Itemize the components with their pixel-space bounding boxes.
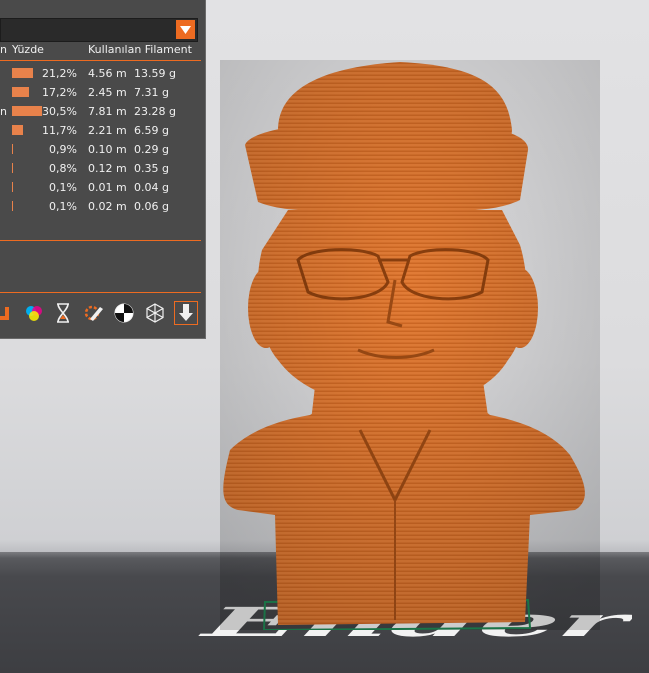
3d-model-bust[interactable] (190, 60, 610, 630)
percent-value: 21,2% (42, 67, 77, 80)
view-type-dropdown[interactable] (0, 18, 198, 42)
percent-bar (12, 182, 13, 192)
header-divider (0, 60, 201, 61)
wireframe-view-button[interactable] (143, 301, 167, 325)
hourglass-icon (57, 303, 69, 323)
contrast-icon (114, 303, 134, 323)
weight-value: 23.28 g (134, 105, 176, 118)
section-divider (0, 240, 201, 241)
percent-bar (12, 163, 13, 173)
weight-value: 0.06 g (134, 200, 169, 213)
length-value: 0.02 m (88, 200, 127, 213)
table-row: n 30,5% 7.81 m 23.28 g (0, 102, 205, 121)
percent-value: 17,2% (42, 86, 77, 99)
percent-value: 11,7% (42, 124, 77, 137)
length-value: 7.81 m (88, 105, 127, 118)
table-row: 11,7% 2.21 m 6.59 g (0, 121, 205, 140)
length-value: 2.45 m (88, 86, 127, 99)
table-row: 0,8% 0.12 m 0.35 g (0, 159, 205, 178)
length-value: 2.21 m (88, 124, 127, 137)
weight-value: 0.04 g (134, 181, 169, 194)
percent-bar (12, 144, 13, 154)
pencil-edit-icon (84, 305, 103, 321)
dropdown-arrow-button[interactable] (176, 20, 195, 39)
length-value: 0.01 m (88, 181, 127, 194)
warning-icon (0, 307, 9, 320)
weight-value: 0.29 g (134, 143, 169, 156)
percent-value: 0,8% (49, 162, 77, 175)
slice-statistics-panel: n Yüzde Kullanılan Filament 21,2% 4.56 m… (0, 0, 206, 339)
percent-value: 30,5% (42, 105, 77, 118)
length-value: 0.12 m (88, 162, 127, 175)
column-header-filament: Kullanılan Filament (88, 43, 192, 56)
chevron-down-icon (180, 25, 191, 34)
toolbar-divider (0, 292, 201, 293)
weight-value: 6.59 g (134, 124, 169, 137)
edit-settings-button[interactable] (82, 301, 106, 325)
warning-button[interactable] (0, 301, 18, 325)
weight-value: 0.35 g (134, 162, 169, 175)
contrast-button[interactable] (112, 301, 136, 325)
cube-wireframe-icon (146, 303, 164, 323)
truncated-label: n (0, 105, 7, 118)
download-arrow-icon (179, 304, 193, 321)
column-header-cut: n (0, 43, 7, 56)
weight-value: 7.31 g (134, 86, 169, 99)
color-palette-icon (26, 306, 42, 321)
column-header-percent: Yüzde (12, 43, 44, 56)
percent-value: 0,9% (49, 143, 77, 156)
percent-value: 0,1% (49, 181, 77, 194)
table-row: 17,2% 2.45 m 7.31 g (0, 83, 205, 102)
table-row: 21,2% 4.56 m 13.59 g (0, 64, 205, 83)
percent-bar (12, 201, 13, 211)
table-row: 0,1% 0.02 m 0.06 g (0, 197, 205, 216)
length-value: 0.10 m (88, 143, 127, 156)
export-button[interactable] (174, 301, 198, 325)
length-value: 4.56 m (88, 67, 127, 80)
table-row: 0,1% 0.01 m 0.04 g (0, 178, 205, 197)
time-estimate-button[interactable] (51, 301, 75, 325)
weight-value: 13.59 g (134, 67, 176, 80)
table-row: 0,9% 0.10 m 0.29 g (0, 140, 205, 159)
color-view-button[interactable] (22, 301, 46, 325)
percent-value: 0,1% (49, 200, 77, 213)
